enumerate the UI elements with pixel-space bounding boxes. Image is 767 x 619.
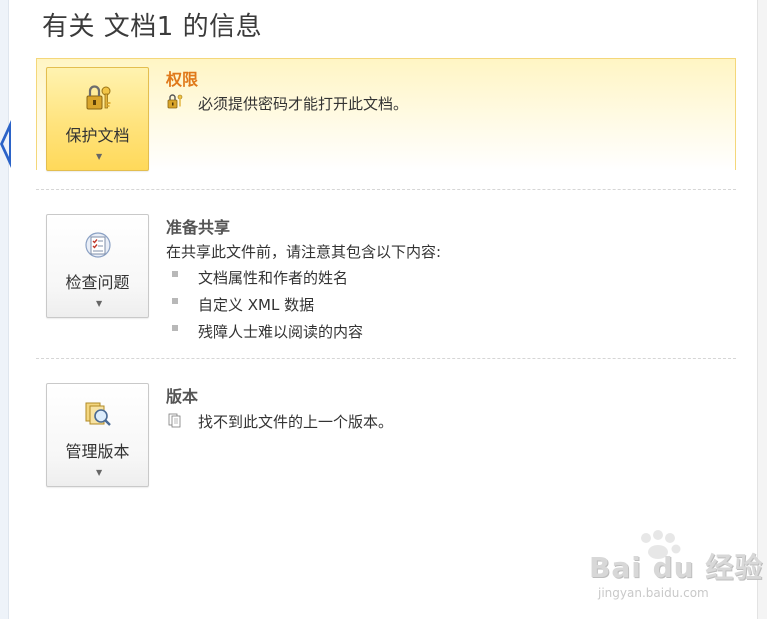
list-item: 文档属性和作者的姓名	[198, 269, 349, 287]
chevron-down-icon: ▼	[96, 152, 103, 161]
lock-small-icon	[167, 94, 183, 109]
versions-description: 找不到此文件的上一个版本。	[198, 413, 394, 431]
protect-document-button[interactable]: 保护文档 ▼	[46, 67, 149, 171]
bullet-icon	[172, 298, 178, 304]
right-panel-edge	[757, 0, 767, 619]
watermark-logo-text: Bai du 经验	[589, 551, 764, 584]
backstage-nav-strip	[0, 0, 9, 619]
watermark-url: jingyan.baidu.com	[598, 586, 709, 600]
selected-tab-arrow-inner	[3, 131, 9, 157]
permissions-description: 必须提供密码才能打开此文档。	[198, 95, 409, 113]
versions-magnifier-icon	[85, 402, 111, 426]
bullet-icon	[172, 271, 178, 277]
prepare-sharing-description: 在共享此文件前，请注意其包含以下内容:	[166, 243, 442, 261]
list-item: 残障人士难以阅读的内容	[198, 323, 364, 341]
document-versions-icon	[168, 413, 181, 428]
bullet-icon	[172, 325, 178, 331]
list-item: 自定义 XML 数据	[198, 296, 315, 314]
lock-key-icon	[86, 85, 111, 110]
manage-versions-label: 管理版本	[65, 442, 130, 461]
check-for-issues-label: 检查问题	[65, 273, 130, 292]
section-divider	[36, 358, 736, 359]
protect-document-label: 保护文档	[65, 126, 130, 145]
section-divider	[36, 189, 736, 190]
manage-versions-button[interactable]: 管理版本 ▼	[46, 383, 149, 487]
prepare-sharing-title: 准备共享	[166, 218, 231, 237]
check-for-issues-button[interactable]: 检查问题 ▼	[46, 214, 149, 318]
versions-title: 版本	[166, 387, 199, 406]
chevron-down-icon: ▼	[96, 299, 103, 308]
chevron-down-icon: ▼	[96, 468, 103, 477]
checklist-icon	[85, 232, 111, 258]
permissions-title: 权限	[166, 70, 199, 89]
page-title: 有关 文档1 的信息	[42, 12, 263, 42]
